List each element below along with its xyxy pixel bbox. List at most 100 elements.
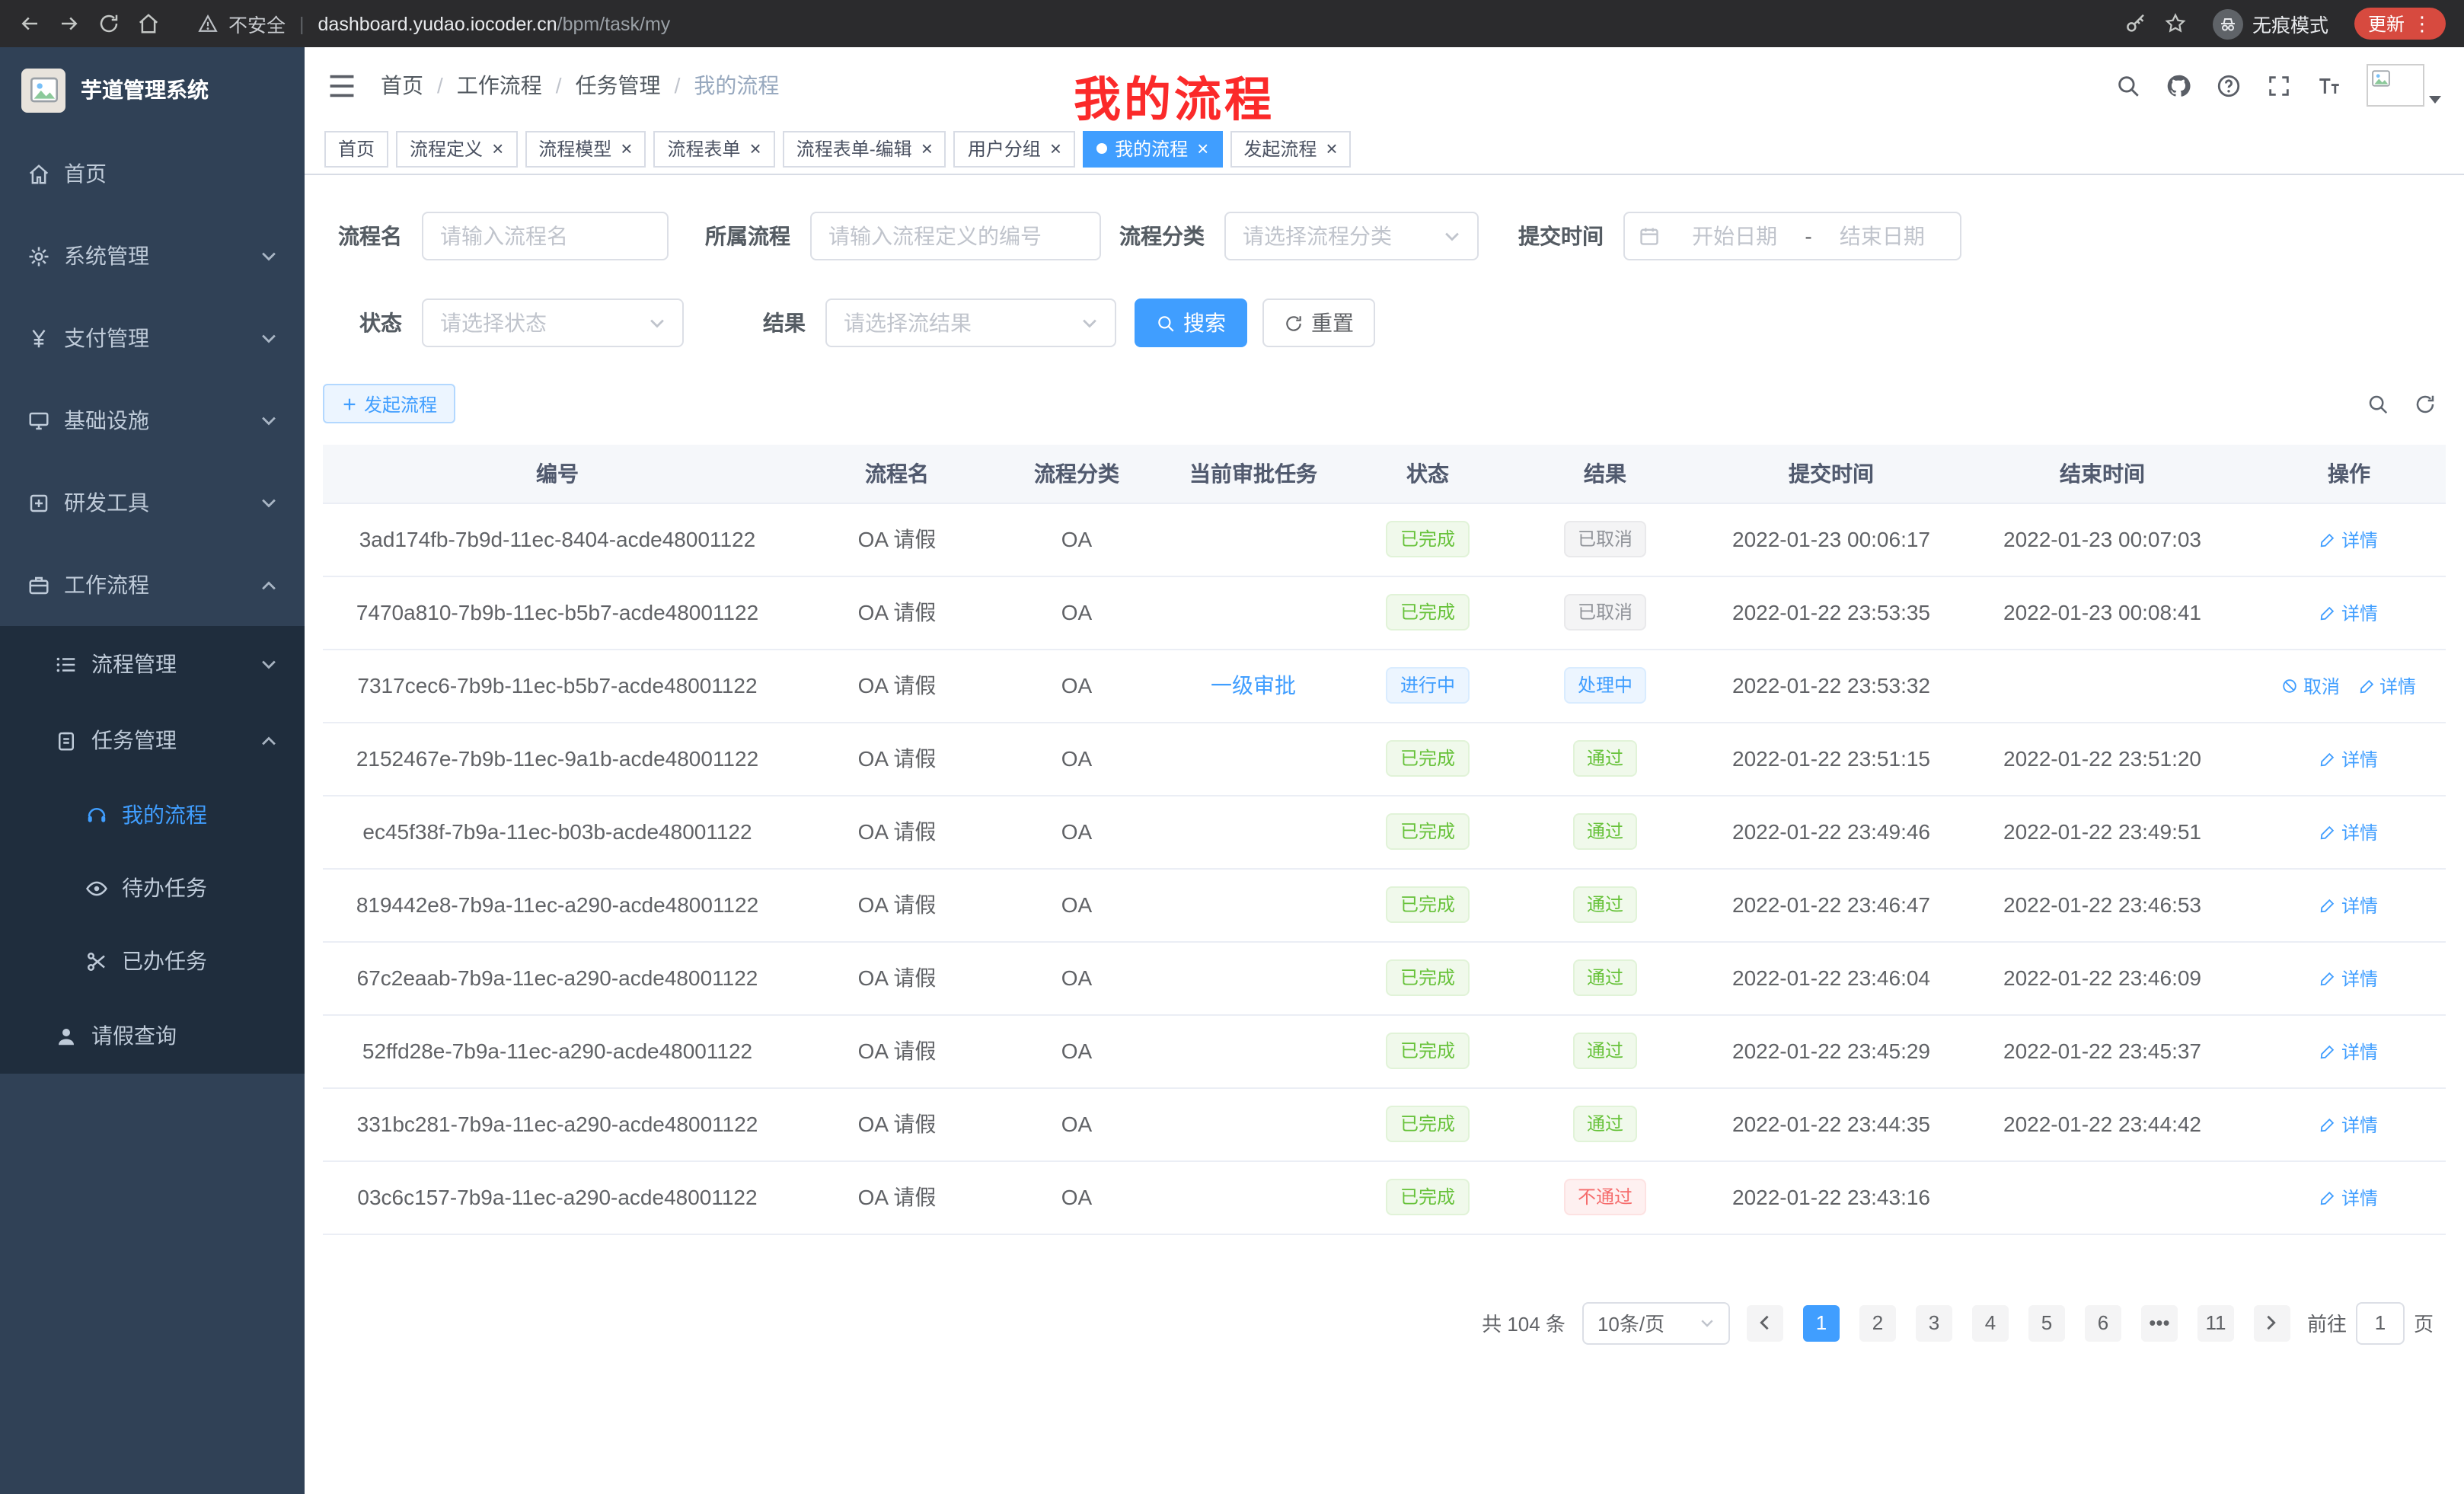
sidebar-item-workflow[interactable]: 工作流程 [0, 544, 305, 626]
end-date-input[interactable]: 结束日期 [1818, 221, 1946, 251]
result-tag: 通过 [1573, 1106, 1637, 1142]
close-icon[interactable]: × [921, 139, 933, 158]
sidebar-item-process-manage[interactable]: 流程管理 [0, 626, 305, 702]
goto-page-input[interactable] [2356, 1301, 2405, 1344]
detail-link[interactable]: 详情 [2320, 1111, 2378, 1137]
detail-link[interactable]: 详情 [2320, 892, 2378, 918]
result-tag: 不通过 [1564, 1179, 1646, 1215]
cell-submit-time: 2022-01-23 00:06:17 [1710, 503, 1952, 576]
sidebar-item-done-task[interactable]: 已办任务 [0, 924, 305, 998]
page-button-5[interactable]: 5 [2028, 1304, 2065, 1341]
table-row: 52ffd28e-7b9a-11ec-a290-acde48001122OA 请… [323, 1014, 2446, 1087]
sidebar-item-home[interactable]: 首页 [0, 132, 305, 215]
page-button-3[interactable]: 3 [1916, 1304, 1952, 1341]
detail-link[interactable]: 详情 [2320, 1038, 2378, 1064]
tab-process-form-edit[interactable]: 流程表单-编辑× [783, 130, 946, 167]
bookmark-star-icon[interactable] [2164, 12, 2187, 35]
page-size-select[interactable]: 10条/页 [1582, 1301, 1730, 1344]
tab-process-definition[interactable]: 流程定义× [396, 130, 517, 167]
update-button[interactable]: 更新 ⋮ [2354, 8, 2446, 40]
briefcase-icon [27, 573, 50, 596]
page-button-4[interactable]: 4 [1972, 1304, 2009, 1341]
cell-process-name: OA 请假 [792, 722, 1002, 795]
password-key-icon[interactable] [2124, 12, 2147, 35]
column-header: 结果 [1500, 445, 1710, 503]
tab-start-process[interactable]: 发起流程× [1230, 130, 1351, 167]
search-icon[interactable] [2115, 72, 2141, 98]
user-avatar[interactable] [2367, 64, 2441, 107]
detail-link[interactable]: 详情 [2320, 1184, 2378, 1210]
close-icon[interactable]: × [621, 139, 632, 158]
cell-id: 7317cec6-7b9b-11ec-b5b7-acde48001122 [323, 649, 792, 722]
cancel-link[interactable]: 取消 [2282, 672, 2340, 698]
page-button-6[interactable]: 6 [2085, 1304, 2121, 1341]
sidebar-item-task-manage[interactable]: 任务管理 [0, 702, 305, 778]
search-button[interactable]: 搜索 [1135, 298, 1247, 347]
breadcrumb-item[interactable]: 工作流程 [457, 70, 542, 101]
detail-link[interactable]: 详情 [2358, 672, 2416, 698]
category-select[interactable]: 请选择流程分类 [1224, 212, 1479, 260]
detail-link[interactable]: 详情 [2320, 599, 2378, 625]
detail-link[interactable]: 详情 [2320, 965, 2378, 991]
sidebar-item-dev-tools[interactable]: 研发工具 [0, 461, 305, 544]
browser-menu-icon[interactable]: ⋮ [2412, 14, 2432, 34]
sidebar-item-leave-query[interactable]: 请假查询 [0, 998, 305, 1074]
address-bar[interactable]: 不安全 | dashboard.yudao.iocoder.cn/bpm/tas… [198, 9, 2108, 38]
ellipsis-button[interactable]: ••• [2141, 1304, 2178, 1341]
headset-icon [85, 803, 108, 826]
fontsize-icon[interactable] [2316, 72, 2342, 98]
toggle-search-icon[interactable] [2367, 392, 2389, 415]
result-tag: 通过 [1573, 813, 1637, 850]
sidebar-item-payment-manage[interactable]: 支付管理 [0, 297, 305, 379]
owner-process-input[interactable] [810, 212, 1101, 260]
browser-home-icon[interactable] [137, 12, 160, 35]
result-select[interactable]: 请选择流结果 [825, 298, 1116, 347]
current-task-link[interactable]: 一级审批 [1211, 673, 1296, 698]
hamburger-icon[interactable] [327, 72, 356, 98]
cell-submit-time: 2022-01-22 23:46:04 [1710, 941, 1952, 1014]
page-button-2[interactable]: 2 [1859, 1304, 1896, 1341]
sidebar-item-system-manage[interactable]: 系统管理 [0, 215, 305, 297]
detail-link[interactable]: 详情 [2320, 819, 2378, 844]
start-date-input[interactable]: 开始日期 [1671, 221, 1799, 251]
forward-icon[interactable] [58, 12, 81, 35]
prev-page-button[interactable] [1747, 1304, 1783, 1341]
next-page-button[interactable] [2254, 1304, 2290, 1341]
detail-link[interactable]: 详情 [2320, 526, 2378, 552]
close-icon[interactable]: × [750, 139, 761, 158]
close-icon[interactable]: × [492, 139, 503, 158]
fullscreen-icon[interactable] [2266, 72, 2292, 98]
cell-category: OA [1002, 1014, 1151, 1087]
reset-button[interactable]: 重置 [1262, 298, 1375, 347]
close-icon[interactable]: × [1326, 139, 1337, 158]
cell-process-name: OA 请假 [792, 503, 1002, 576]
github-icon[interactable] [2166, 72, 2191, 98]
status-select[interactable]: 请选择状态 [422, 298, 684, 347]
sidebar-item-infrastructure[interactable]: 基础设施 [0, 379, 305, 461]
sidebar-item-my-process[interactable]: 我的流程 [0, 778, 305, 851]
tab-process-model[interactable]: 流程模型× [525, 130, 646, 167]
breadcrumb-item[interactable]: 任务管理 [576, 70, 661, 101]
tab-user-group[interactable]: 用户分组× [954, 130, 1075, 167]
help-icon[interactable] [2216, 72, 2242, 98]
reload-icon[interactable] [97, 12, 120, 35]
tab-process-form[interactable]: 流程表单× [653, 130, 774, 167]
submit-time-range-picker[interactable]: 开始日期 - 结束日期 [1623, 212, 1961, 260]
detail-link[interactable]: 详情 [2320, 745, 2378, 771]
sidebar-item-todo-task[interactable]: 待办任务 [0, 851, 305, 924]
page-button-11[interactable]: 11 [2197, 1304, 2234, 1341]
close-icon[interactable]: × [1197, 139, 1208, 158]
back-icon[interactable] [18, 12, 41, 35]
page-button-1[interactable]: 1 [1803, 1304, 1840, 1341]
start-process-button[interactable]: 发起流程 [323, 384, 455, 423]
process-name-input[interactable] [422, 212, 669, 260]
app-logo[interactable]: 芋道管理系统 [0, 47, 305, 132]
tab-home[interactable]: 首页 [324, 130, 388, 167]
column-header: 提交时间 [1710, 445, 1952, 503]
table-row: 03c6c157-7b9a-11ec-a290-acde48001122OA 请… [323, 1160, 2446, 1234]
refresh-table-icon[interactable] [2414, 392, 2437, 415]
tab-my-process[interactable]: 我的流程× [1083, 130, 1222, 167]
breadcrumb-item[interactable]: 首页 [381, 70, 423, 101]
tag-views-bar: 首页流程定义×流程模型×流程表单×流程表单-编辑×用户分组×我的流程×发起流程× [305, 123, 2464, 175]
close-icon[interactable]: × [1050, 139, 1061, 158]
